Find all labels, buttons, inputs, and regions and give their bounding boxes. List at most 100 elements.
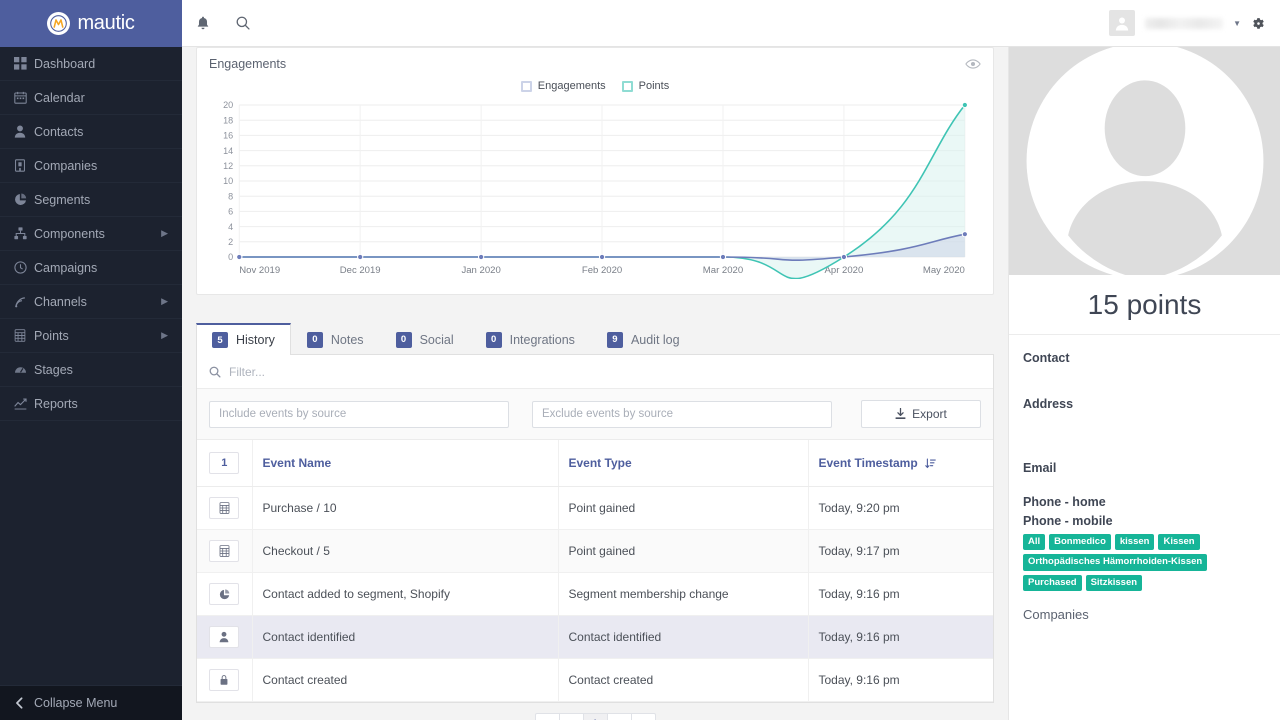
svg-text:0: 0	[228, 252, 233, 262]
legend-item-points[interactable]: Points	[621, 80, 670, 92]
field-label-email: Email	[1023, 461, 1057, 475]
event-timestamp-cell: Today, 9:16 pm	[808, 615, 993, 659]
tag[interactable]: Kissen	[1158, 534, 1200, 551]
chevron-left-icon	[14, 697, 34, 709]
tab-history[interactable]: 5 History	[196, 323, 291, 355]
tag[interactable]: Purchased	[1023, 574, 1082, 592]
pagination-wrap: « ‹ 1 › »	[196, 703, 994, 720]
pagination-prev[interactable]: ‹	[558, 713, 584, 720]
events-table: 1 Event Name Event Type Event Timestamp	[197, 440, 993, 702]
tabs: 5 History 0 Notes 0 Social 0 Integration…	[196, 323, 994, 355]
contact-tags: All Bonmedico kissen Kissen Orthopädisch…	[1023, 534, 1266, 592]
collapse-menu-label: Collapse Menu	[34, 696, 118, 710]
sidebar-item-label: Calendar	[34, 90, 85, 105]
mautic-logo-icon	[47, 12, 71, 35]
sidebar-item-stages[interactable]: Stages	[0, 353, 182, 387]
row-icon-cell	[197, 658, 253, 702]
sort-desc-icon[interactable]	[925, 458, 936, 469]
export-button[interactable]: Export	[861, 400, 981, 428]
col-index: 1	[197, 440, 253, 487]
tab-notes[interactable]: 0 Notes	[291, 323, 380, 355]
svg-text:16: 16	[223, 131, 233, 141]
tag[interactable]: Orthopädisches Hämorrhoiden-Kissen	[1023, 554, 1208, 571]
field-label-phone-home: Phone - home	[1023, 495, 1106, 509]
chevron-right-icon: ▶	[161, 228, 168, 238]
user-name-label	[1145, 17, 1224, 29]
field-value-address	[1023, 413, 1266, 445]
sidebar-item-dashboard[interactable]: Dashboard	[0, 47, 182, 81]
svg-text:Nov 2019: Nov 2019	[239, 265, 280, 276]
search-icon[interactable]	[232, 12, 254, 34]
gauge-icon	[14, 363, 34, 376]
tab-social[interactable]: 0 Social	[380, 323, 470, 355]
sidebar-item-reports[interactable]: Reports	[0, 387, 182, 421]
tab-badge: 9	[606, 331, 623, 348]
main-area: ▼ Engagements Engagements Points 0 2 4 6…	[182, 0, 1280, 720]
sidebar-item-label: Dashboard	[34, 56, 96, 71]
pagination-last[interactable]: »	[630, 713, 656, 720]
index-badge: 1	[209, 452, 240, 474]
event-name-cell: Purchase / 10	[252, 486, 559, 530]
building-icon	[14, 159, 34, 172]
legend-item-engagements[interactable]: Engagements	[520, 80, 606, 92]
search-input[interactable]	[229, 364, 981, 379]
event-type-cell: Contact created	[558, 658, 809, 702]
legend-label: Points	[638, 80, 670, 92]
field-value-email	[1023, 477, 1266, 487]
table-row[interactable]: Contact identified Contact identified To…	[197, 615, 993, 659]
col-event-name[interactable]: Event Name	[252, 440, 559, 487]
sidebar-item-segments[interactable]: Segments	[0, 183, 182, 217]
sidebar-item-points[interactable]: Points ▶	[0, 319, 182, 353]
brand-logo[interactable]: mautic	[0, 0, 182, 47]
sidebar-item-calendar[interactable]: Calendar	[0, 81, 182, 115]
collapse-menu-button[interactable]: Collapse Menu	[0, 685, 182, 720]
sidebar-item-label: Stages	[34, 362, 73, 377]
sidebar-item-companies[interactable]: Companies	[0, 149, 182, 183]
svg-text:10: 10	[223, 176, 233, 186]
bell-icon[interactable]	[192, 12, 214, 34]
sidebar-item-campaigns[interactable]: Campaigns	[0, 251, 182, 285]
pagination-page-1[interactable]: 1	[582, 713, 608, 720]
gear-icon[interactable]	[1251, 16, 1266, 31]
sidebar-item-channels[interactable]: Channels ▶	[0, 285, 182, 319]
calendar-icon	[14, 91, 34, 104]
tag[interactable]: Bonmedico	[1049, 534, 1111, 551]
pagination-first[interactable]: «	[534, 713, 560, 720]
table-row[interactable]: Checkout / 5 Point gained Today, 9:17 pm	[197, 529, 993, 573]
table-row[interactable]: Contact created Contact created Today, 9…	[197, 658, 993, 702]
tag[interactable]: All	[1023, 534, 1046, 551]
tag[interactable]: Sitzkissen	[1085, 574, 1143, 592]
table-row[interactable]: Contact added to segment, Shopify Segmen…	[197, 572, 993, 616]
col-event-timestamp[interactable]: Event Timestamp	[808, 440, 993, 487]
event-timestamp-cell: Today, 9:20 pm	[808, 486, 993, 530]
chart-header: Engagements	[197, 48, 993, 75]
lock-icon	[209, 669, 240, 691]
pagination-next[interactable]: ›	[606, 713, 632, 720]
eye-icon[interactable]	[965, 58, 981, 70]
sidebar-item-components[interactable]: Components ▶	[0, 217, 182, 251]
chart-legend: Engagements Points	[207, 75, 983, 97]
exclude-source-input[interactable]	[532, 400, 832, 428]
table-row[interactable]: Purchase / 10 Point gained Today, 9:20 p…	[197, 486, 993, 530]
tag[interactable]: kissen	[1114, 534, 1155, 551]
content-row: Engagements Engagements Points 0 2 4 6 8…	[182, 47, 1280, 720]
mautic-app: mautic Dashboard Calendar Contacts Compa…	[0, 0, 1280, 720]
include-source-input[interactable]	[209, 400, 509, 428]
brand-name: mautic	[77, 12, 135, 34]
svg-text:6: 6	[228, 207, 233, 217]
clock-icon	[14, 261, 34, 274]
chevron-right-icon: ▶	[161, 330, 168, 340]
sidebar-item-label: Points	[34, 328, 69, 343]
pie-icon	[209, 583, 240, 605]
event-timestamp-cell: Today, 9:16 pm	[808, 572, 993, 616]
event-name-cell: Contact identified	[252, 615, 559, 659]
tab-integrations[interactable]: 0 Integrations	[470, 323, 591, 355]
chevron-down-icon[interactable]: ▼	[1233, 19, 1241, 28]
avatar[interactable]	[1109, 10, 1136, 36]
source-filter-row: Export	[197, 389, 993, 440]
points-total: 15 points	[1009, 275, 1280, 335]
tab-audit-log[interactable]: 9 Audit log	[591, 323, 696, 355]
sidebar-item-contacts[interactable]: Contacts	[0, 115, 182, 149]
chart-body: Engagements Points 0 2 4 6 8 10 12 14 16…	[197, 75, 993, 294]
col-event-type[interactable]: Event Type	[558, 440, 809, 487]
